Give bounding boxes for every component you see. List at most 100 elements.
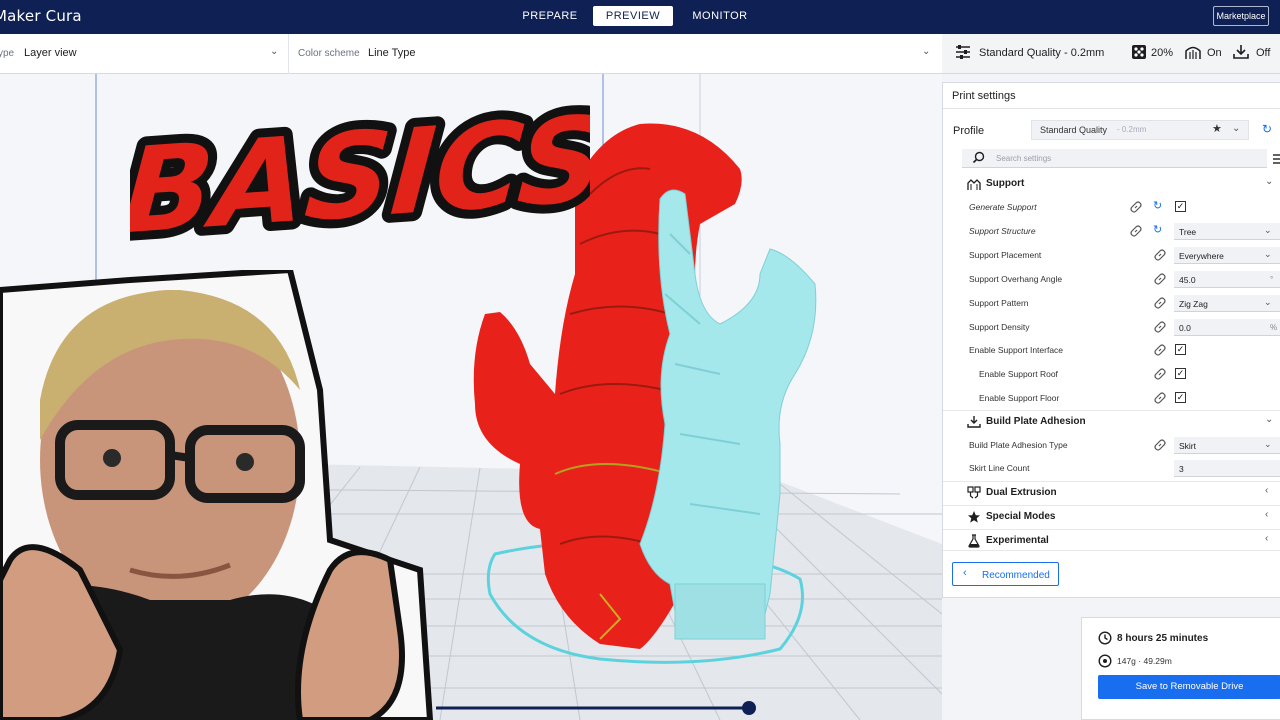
setting-adhesion-type: Build Plate Adhesion Type Skirt ⌄ — [943, 434, 1280, 456]
chevron-down-icon[interactable]: ⌄ — [1264, 439, 1272, 450]
link-icon[interactable] — [1129, 224, 1143, 238]
setting-support-structure: Support Structure ↻ Tree ⌄ — [943, 220, 1280, 242]
support-icon — [1185, 46, 1201, 59]
chevron-down-icon[interactable]: ⌄ — [1264, 297, 1272, 308]
view-type-label: ype — [0, 48, 15, 59]
input-value: 3 — [1179, 464, 1184, 474]
layer-slider-handle — [742, 701, 756, 715]
category-special-modes[interactable]: Special Modes ‹ — [943, 505, 1280, 527]
dropdown-value: Zig Zag — [1179, 299, 1208, 309]
support-floor-checkbox[interactable]: ✓ — [1175, 392, 1186, 403]
link-icon[interactable] — [1153, 296, 1167, 310]
chevron-left-icon[interactable]: ‹ — [1265, 533, 1268, 544]
chevron-down-icon[interactable]: ⌄ — [1265, 176, 1273, 187]
support-roof-checkbox[interactable]: ✓ — [1175, 368, 1186, 379]
category-experimental[interactable]: Experimental ‹ — [943, 529, 1280, 551]
category-label: Experimental — [986, 535, 1049, 546]
setting-overhang-angle: Support Overhang Angle 45.0 ° — [943, 268, 1280, 290]
dropdown-value: Everywhere — [1179, 251, 1224, 261]
save-to-removable-drive-button[interactable]: Save to Removable Drive — [1098, 675, 1280, 699]
setting-label: Support Pattern — [969, 298, 1029, 308]
category-label: Dual Extrusion — [986, 487, 1057, 498]
adhesion-type-dropdown[interactable]: Skirt ⌄ — [1174, 437, 1280, 454]
chevron-down-icon[interactable]: ⌄ — [1264, 225, 1272, 236]
setting-label: Build Plate Adhesion Type — [969, 440, 1068, 450]
presenter-illustration — [0, 266, 434, 720]
category-label: Special Modes — [986, 511, 1056, 522]
tab-monitor[interactable]: MONITOR — [680, 6, 760, 26]
reset-icon[interactable]: ↻ — [1153, 199, 1162, 212]
search-icon — [972, 151, 985, 164]
print-time: 8 hours 25 minutes — [1117, 633, 1209, 644]
setting-label: Support Placement — [969, 250, 1042, 260]
flask-icon — [968, 534, 980, 548]
reset-icon[interactable]: ↻ — [1262, 122, 1272, 136]
app-title: Maker Cura — [0, 7, 82, 25]
category-label: Build Plate Adhesion — [986, 416, 1086, 427]
dropdown-value: Tree — [1179, 227, 1197, 237]
reset-icon[interactable]: ↻ — [1153, 223, 1162, 236]
color-scheme-dropdown[interactable]: Line Type — [368, 47, 416, 59]
support-pattern-dropdown[interactable]: Zig Zag ⌄ — [1174, 295, 1280, 312]
link-icon[interactable] — [1153, 343, 1167, 357]
print-setup-summary[interactable]: Standard Quality - 0.2mm 20% On Off — [942, 34, 1280, 74]
spool-icon — [1098, 654, 1112, 668]
presenter-photo — [0, 266, 440, 720]
chevron-left-icon: ‹ — [963, 567, 967, 579]
setting-support-density: Support Density 0.0 % — [943, 316, 1280, 338]
support-placement-dropdown[interactable]: Everywhere ⌄ — [1174, 247, 1280, 264]
profile-name: Standard Quality — [1040, 125, 1108, 135]
skirt-line-count-input[interactable]: 3 — [1174, 460, 1280, 477]
adhesion-icon — [1233, 45, 1249, 59]
overhang-angle-input[interactable]: 45.0 ° — [1174, 271, 1280, 288]
tab-prepare[interactable]: PREPARE — [510, 6, 590, 26]
link-icon[interactable] — [1153, 438, 1167, 452]
chevron-left-icon[interactable]: ‹ — [1265, 485, 1268, 496]
link-icon[interactable] — [1129, 200, 1143, 214]
category-build-plate-adhesion[interactable]: Build Plate Adhesion ⌄ — [943, 410, 1280, 432]
setting-label: Support Density — [969, 322, 1030, 332]
marketplace-button[interactable]: Marketplace — [1213, 6, 1269, 26]
support-interface-checkbox[interactable]: ✓ — [1175, 344, 1186, 355]
link-icon[interactable] — [1153, 367, 1167, 381]
support-structure-dropdown[interactable]: Tree ⌄ — [1174, 223, 1280, 240]
view-type-dropdown[interactable]: Layer view — [24, 47, 77, 59]
setting-label: Generate Support — [969, 202, 1037, 212]
more-menu-icon[interactable]: ⋮ — [1276, 10, 1280, 24]
infill-icon — [1132, 45, 1146, 59]
chevron-down-icon[interactable]: ⌄ — [270, 46, 278, 57]
chevron-down-icon[interactable]: ⌄ — [1264, 249, 1272, 260]
print-settings-panel: Print settings Profile Standard Quality … — [942, 82, 1280, 598]
chevron-down-icon[interactable]: ⌄ — [922, 46, 930, 57]
search-placeholder: Search settings — [996, 154, 1052, 163]
link-icon[interactable] — [1153, 248, 1167, 262]
input-value: 45.0 — [1179, 275, 1196, 285]
chevron-down-icon[interactable]: ⌄ — [1265, 414, 1273, 425]
setting-support-floor: Enable Support Floor ✓ — [943, 387, 1280, 409]
setting-skirt-line-count: Skirt Line Count 3 — [943, 457, 1280, 479]
support-density-input[interactable]: 0.0 % — [1174, 319, 1280, 336]
star-icon[interactable]: ★ — [1212, 122, 1222, 135]
link-icon[interactable] — [1153, 272, 1167, 286]
search-settings-input[interactable]: Search settings — [962, 149, 1267, 168]
print-output-panel: 8 hours 25 minutes 147g · 49.29m Save to… — [1081, 617, 1280, 720]
link-icon[interactable] — [1153, 320, 1167, 334]
generate-support-checkbox[interactable]: ✓ — [1175, 201, 1186, 212]
chevron-down-icon[interactable]: ⌄ — [1232, 123, 1240, 134]
clock-icon — [1098, 631, 1112, 645]
thumbnail-headline: BASICS! BASICS! — [109, 77, 672, 269]
tab-preview[interactable]: PREVIEW — [593, 6, 673, 26]
view-toolbar: ype Layer view ⌄ Color scheme Line Type … — [0, 34, 942, 74]
hamburger-menu-icon[interactable] — [1273, 153, 1280, 165]
unit-label: % — [1270, 323, 1278, 332]
chevron-left-icon[interactable]: ‹ — [1265, 509, 1268, 520]
setting-label: Enable Support Floor — [979, 393, 1060, 403]
color-scheme-label: Color scheme — [298, 48, 360, 59]
setting-support-placement: Support Placement Everywhere ⌄ — [943, 244, 1280, 266]
link-icon[interactable] — [1153, 391, 1167, 405]
category-dual-extrusion[interactable]: Dual Extrusion ‹ — [943, 481, 1280, 503]
profile-dropdown[interactable]: Standard Quality - 0.2mm ★ ⌄ — [1031, 120, 1249, 140]
category-support[interactable]: Support ⌄ — [943, 173, 1280, 195]
unit-label: ° — [1270, 275, 1274, 284]
recommended-button[interactable]: ‹ Recommended — [952, 562, 1059, 586]
